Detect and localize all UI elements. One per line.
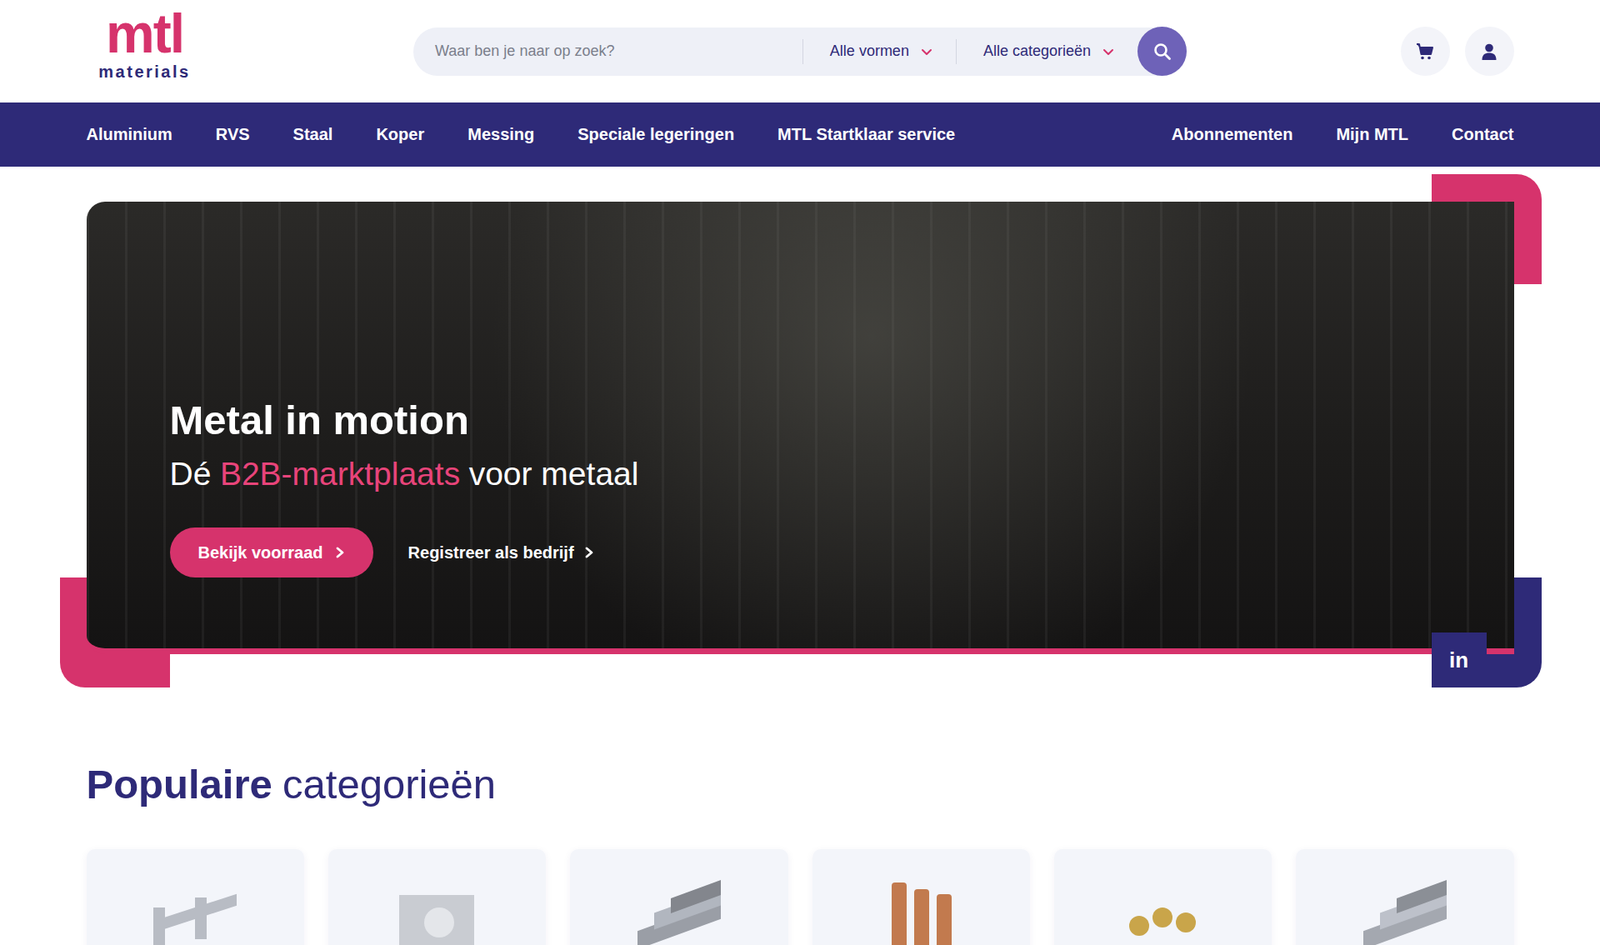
popular-categories: Populairecategorieën (86, 760, 1515, 945)
hero-banner: Metal in motion DéB2B-marktplaatsvoor met… (86, 201, 1515, 655)
hero-subtitle: DéB2B-marktplaatsvoor metaal (170, 455, 1515, 495)
search-input[interactable]: Waar ben je naar op zoek? (435, 42, 803, 60)
product-image (862, 882, 980, 945)
filter-dropdown[interactable]: Alle vormen (802, 39, 956, 65)
chevron-right-icon (335, 546, 345, 559)
main-nav: Aluminium RVS Staal Koper Messing Speciale le… (0, 102, 1600, 167)
nav-item[interactable]: Staal (293, 125, 334, 145)
product-image (620, 882, 738, 945)
magnifier-icon (1152, 41, 1173, 62)
nav-item[interactable]: MTL Startklaar service (777, 125, 955, 145)
nav-item[interactable]: Messing (467, 125, 535, 145)
header-icons (1397, 26, 1515, 76)
nav-item[interactable]: RVS (215, 125, 250, 145)
nav-item[interactable]: Abonnementen (1171, 125, 1294, 145)
logo-mark: mtl (105, 9, 184, 59)
nav-item[interactable]: Contact (1451, 125, 1514, 145)
hero-title: Metal in motion (170, 396, 1515, 444)
view-stock-button[interactable]: Bekijk voorraad (170, 527, 374, 578)
account-button[interactable] (1465, 26, 1515, 76)
cart-icon (1415, 41, 1435, 62)
category-card[interactable] (1295, 849, 1514, 945)
hero-section: Metal in motion DéB2B-marktplaatsvoor met… (86, 201, 1515, 655)
category-card[interactable] (570, 849, 788, 945)
product-image (1104, 882, 1221, 945)
logo-sub: materials (98, 62, 190, 82)
cart-button[interactable] (1400, 26, 1450, 76)
chevron-right-icon (584, 546, 595, 559)
filter-dropdown[interactable]: Alle categorieën (955, 39, 1138, 65)
category-card[interactable] (812, 849, 1030, 945)
section-title: Populairecategorieën (86, 760, 1515, 808)
category-card[interactable] (328, 849, 546, 945)
product-image (136, 882, 254, 945)
page: mtlmaterialsWaar ben je naar op zoek?All… (0, 0, 1600, 945)
nav-item[interactable]: Speciale legeringen (577, 125, 735, 145)
register-link[interactable]: Registreer als bedrijf (408, 543, 595, 563)
search-button[interactable] (1137, 26, 1187, 76)
category-card[interactable] (86, 849, 305, 945)
product-image (1346, 882, 1464, 945)
header: mtlmaterialsWaar ben je naar op zoek?All… (86, 0, 1515, 103)
product-image (378, 882, 495, 945)
nav-item[interactable]: Koper (375, 125, 425, 145)
search-bar: Waar ben je naar op zoek?Alle vormenAlle… (413, 27, 1187, 76)
chevron-down-icon (920, 45, 933, 58)
linkedin-button[interactable]: in (1431, 632, 1487, 688)
category-card[interactable] (1054, 849, 1272, 945)
chevron-down-icon (1102, 45, 1115, 58)
nav-item[interactable]: Aluminium (86, 125, 173, 145)
logo[interactable]: mtl materials (86, 9, 204, 81)
nav-item[interactable]: Mijn MTL (1335, 125, 1409, 145)
user-icon (1480, 42, 1499, 61)
